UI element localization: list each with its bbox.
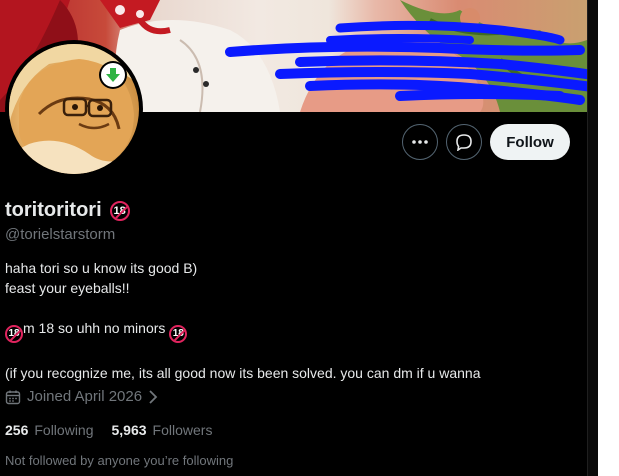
profile-name-row: toritoritori 18 [5,199,130,222]
age-18-badge-icon: 18 [109,200,130,221]
profile-avatar[interactable] [5,40,143,178]
calendar-icon [5,390,21,404]
scrollbar[interactable] [587,0,598,476]
age-18-badge-icon: 18 [169,325,188,343]
age-18-badge-icon: 18 [5,325,23,343]
followers-label[interactable]: Followers [153,422,213,438]
more-horizontal-icon [412,140,428,144]
followers-count[interactable]: 5,963 [112,422,147,438]
more-options-button[interactable] [402,124,438,160]
follow-button[interactable]: Follow [490,124,570,160]
bio-line: 18 m 18 so uhh no minors 18 [5,318,480,343]
joined-date: Joined April 2026 [27,388,143,405]
message-bubble-icon [456,134,472,151]
following-count[interactable]: 256 [5,422,28,438]
joined-date-row[interactable]: Joined April 2026 [5,388,158,405]
bio-line: feast your eyeballs!! [5,280,130,296]
bio-line: haha tori so u know its good B) [5,260,198,276]
profile-bio: haha tori so u know its good B) feast yo… [5,258,480,383]
follow-stats: 256 Following 5,963 Followers [5,422,224,438]
profile-handle: @torielstarstorm [5,226,116,243]
bio-text: m 18 so uhh no minors [23,320,170,336]
social-context-text: Not followed by anyone you’re following [5,453,234,468]
download-badge-icon [101,63,125,87]
profile-panel: Follow toritoritori 18 @torielstarstorm … [0,0,587,476]
avatar-image [9,44,139,174]
bio-line: (if you recognize me, its all good now i… [5,365,481,381]
chevron-right-icon [149,389,158,404]
display-name: toritoritori [5,199,102,221]
following-label[interactable]: Following [34,422,93,438]
message-button[interactable] [446,124,482,160]
avatar-artwork [9,44,139,174]
